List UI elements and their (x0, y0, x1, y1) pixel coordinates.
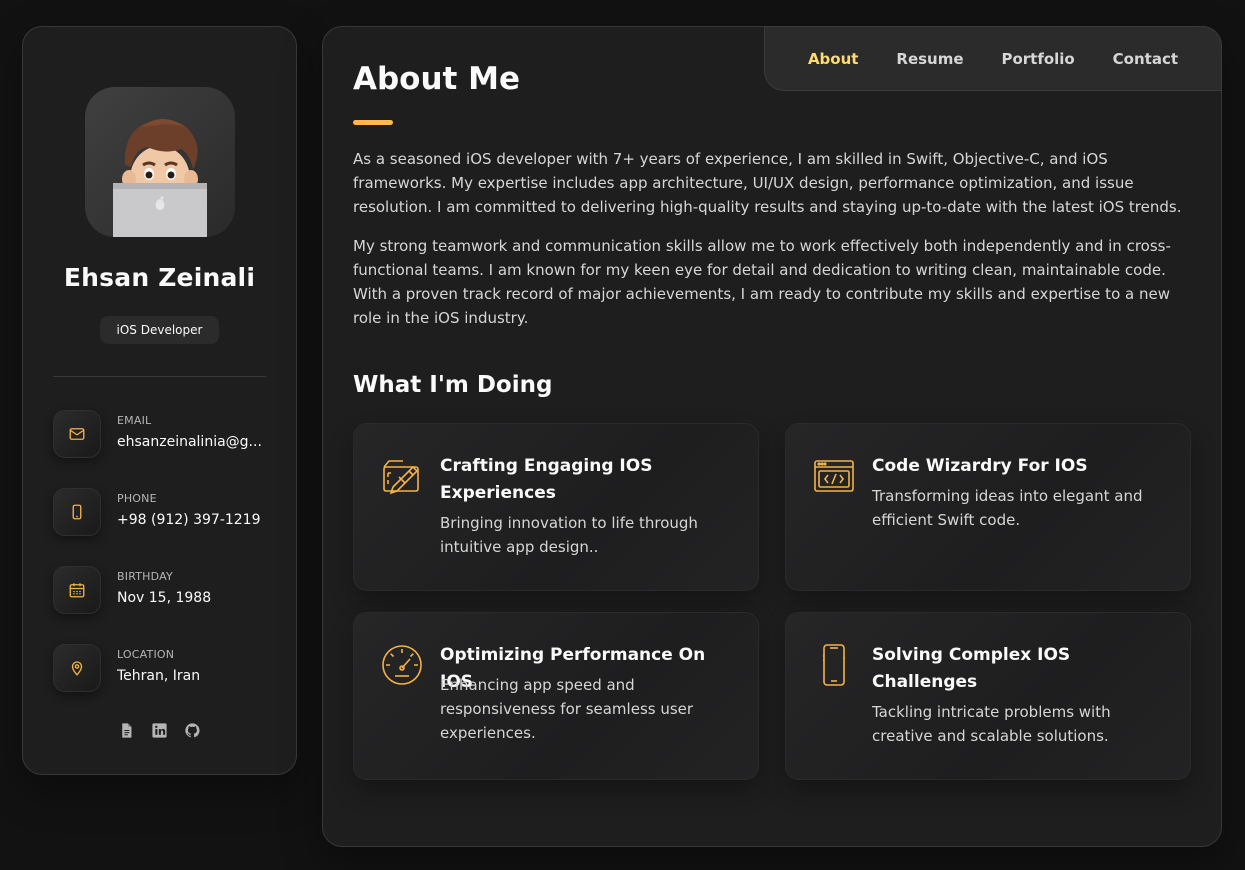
contact-label: EMAIL (117, 414, 152, 427)
sidebar: Ehsan Zeinali iOS Developer EMAIL ehsanz… (22, 26, 297, 775)
profile-name: Ehsan Zeinali (63, 263, 256, 292)
service-title: Crafting Engaging IOS Experiences (440, 456, 653, 503)
mail-icon (53, 410, 101, 458)
profile-title-badge: iOS Developer (100, 316, 219, 344)
design-tools-icon (381, 455, 423, 497)
about-paragraph: My strong teamwork and communication ski… (353, 237, 1171, 327)
services-heading: What I'm Doing (353, 372, 553, 398)
calendar-icon (53, 566, 101, 614)
contact-location: LOCATION Tehran, Iran (53, 644, 273, 692)
service-title: Solving Complex IOS Challenges (872, 645, 1071, 692)
birthday-value: Nov 15, 1988 (117, 590, 212, 606)
code-window-icon (813, 455, 855, 497)
contact-birthday: BIRTHDAY Nov 15, 1988 (53, 566, 273, 614)
service-text: Bringing innovation to life through intu… (440, 514, 698, 556)
contact-label: PHONE (117, 492, 157, 505)
document-icon[interactable] (118, 722, 135, 739)
title-underline (353, 120, 393, 125)
service-card: Optimizing Performance On IOS Enhancing … (353, 612, 759, 780)
social-links (23, 722, 296, 739)
contact-label: LOCATION (117, 648, 175, 661)
service-title: Code Wizardry For IOS (872, 456, 1088, 476)
contact-label: BIRTHDAY (117, 570, 173, 583)
service-text: Enhancing app speed and responsiveness f… (440, 676, 694, 742)
location-icon (53, 644, 101, 692)
linkedin-icon[interactable] (151, 722, 168, 739)
about-paragraph: As a seasoned iOS developer with 7+ year… (353, 150, 1182, 216)
about-text: As a seasoned iOS developer with 7+ year… (353, 147, 1195, 345)
service-text: Tackling intricate problems with creativ… (872, 703, 1111, 745)
service-card: Code Wizardry For IOS Transforming ideas… (785, 423, 1191, 591)
sidebar-separator (53, 376, 266, 377)
service-card: Solving Complex IOS Challenges Tackling … (785, 612, 1191, 780)
service-text: Transforming ideas into elegant and effi… (872, 487, 1143, 529)
phone-link[interactable]: +98 (912) 397-1219 (117, 512, 267, 528)
email-link[interactable]: ehsanzeinalinia@g... (117, 434, 267, 450)
contact-phone: PHONE +98 (912) 397-1219 (53, 488, 273, 536)
page-title: About Me (353, 61, 521, 97)
avatar (85, 87, 235, 237)
nav-contact[interactable]: Contact (1113, 50, 1178, 68)
speedometer-icon (381, 644, 423, 686)
nav-portfolio[interactable]: Portfolio (1001, 50, 1074, 68)
github-icon[interactable] (184, 722, 201, 739)
location-value: Tehran, Iran (117, 668, 201, 684)
nav-resume[interactable]: Resume (896, 50, 963, 68)
service-card: Crafting Engaging IOS Experiences Bringi… (353, 423, 759, 591)
contact-email: EMAIL ehsanzeinalinia@g... (53, 410, 273, 458)
main-content: About Resume Portfolio Contact About Me … (322, 26, 1222, 847)
nav-about[interactable]: About (808, 50, 859, 68)
navbar: About Resume Portfolio Contact (764, 26, 1222, 91)
phone-icon (53, 488, 101, 536)
memoji-avatar-icon (113, 119, 207, 237)
smartphone-icon (813, 644, 855, 686)
